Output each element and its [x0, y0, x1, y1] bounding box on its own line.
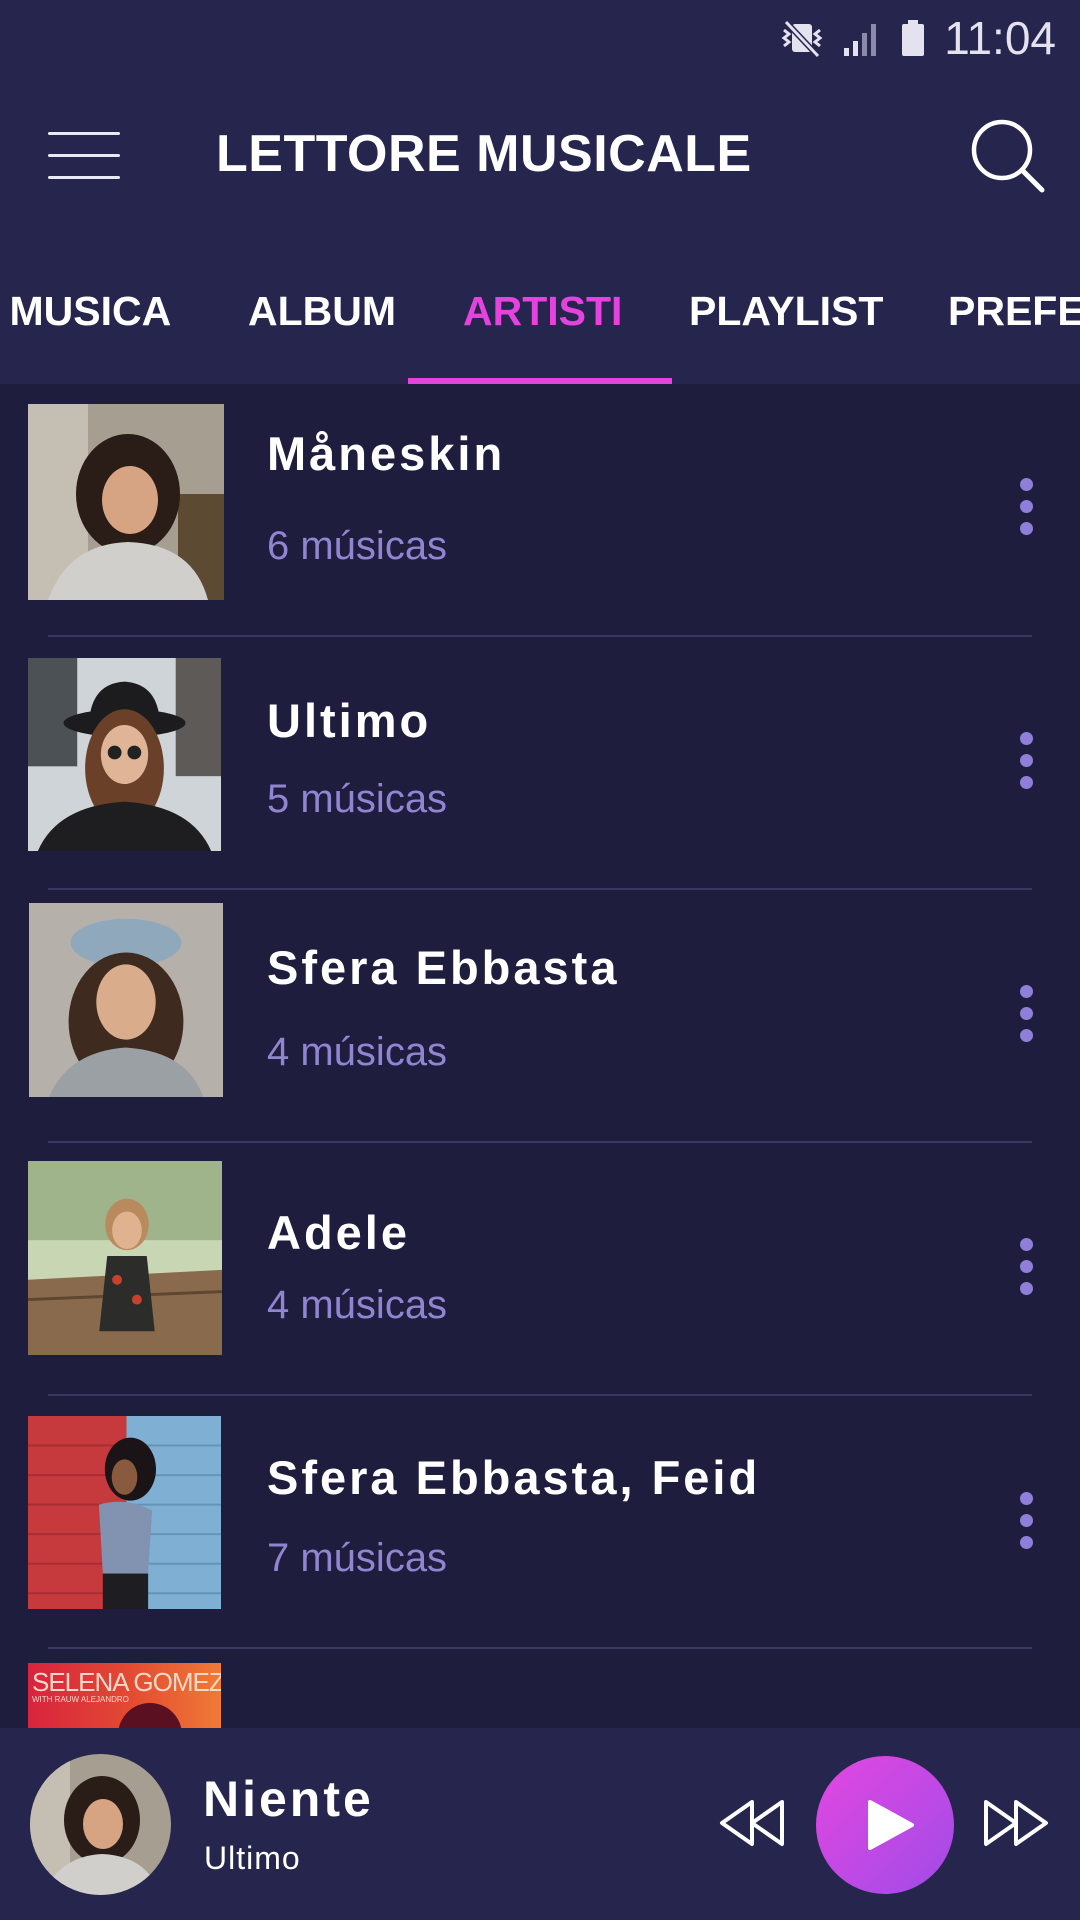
- more-vert-icon-dot: [1020, 754, 1033, 767]
- song-count: 5 músicas: [267, 777, 448, 821]
- artist-photo: [28, 404, 224, 600]
- artist-name: Adele: [267, 1206, 410, 1259]
- song-count: 4 músicas: [267, 1030, 448, 1074]
- more-vert-icon-dot: [1020, 1007, 1033, 1020]
- more-options-button[interactable]: [1010, 478, 1042, 548]
- song-count: 4 músicas: [267, 1283, 448, 1327]
- tab-artisti[interactable]: ARTISTI: [463, 288, 622, 335]
- more-vert-icon-dot: [1020, 522, 1033, 535]
- now-playing-title: Niente: [203, 1771, 374, 1827]
- signal-icon: [842, 18, 882, 58]
- artist-photo: [28, 1416, 221, 1609]
- now-playing-cover: [30, 1754, 171, 1895]
- artist-list: Måneskin 6 músicas Ultimo 5 músicas Sfer…: [0, 384, 1080, 1728]
- clock: 11:04: [944, 12, 1056, 64]
- more-vert-icon-dot: [1020, 1260, 1033, 1273]
- play-button[interactable]: [816, 1756, 954, 1894]
- vibrate-mute-icon: [780, 18, 824, 58]
- artist-name: Ultimo: [267, 694, 432, 747]
- cover-subtext: WITH RAUW ALEJANDRO: [32, 1695, 129, 1704]
- more-options-button[interactable]: [1010, 732, 1042, 802]
- rewind-button[interactable]: [718, 1798, 788, 1848]
- album-cover: SELENA GOMEZ WITH RAUW ALEJANDRO: [28, 1663, 221, 1728]
- tab-musica[interactable]: A MUSICA: [0, 288, 171, 335]
- fast-forward-icon: [984, 1800, 1048, 1846]
- list-item[interactable]: Sfera Ebbasta, Feid 7 músicas: [0, 1396, 1080, 1649]
- more-vert-icon-dot: [1020, 1514, 1033, 1527]
- more-vert-icon-dot: [1020, 1282, 1033, 1295]
- page-title: LETTORE MUSICALE: [216, 125, 752, 183]
- now-playing-bar[interactable]: Niente Ultimo: [0, 1728, 1080, 1920]
- more-vert-icon: [1020, 985, 1033, 998]
- song-count: 6 músicas: [267, 524, 448, 568]
- tab-bar: A MUSICA ALBUM ARTISTI PLAYLIST PREFERIT…: [0, 270, 1080, 384]
- more-options-button[interactable]: [1010, 985, 1042, 1055]
- cover-figure: [118, 1703, 182, 1728]
- hamburger-icon-line: [48, 154, 120, 157]
- list-item[interactable]: SELENA GOMEZ WITH RAUW ALEJANDRO: [0, 1649, 1080, 1728]
- menu-button[interactable]: [48, 130, 120, 180]
- tab-playlist[interactable]: PLAYLIST: [689, 288, 883, 335]
- list-item[interactable]: Måneskin 6 músicas: [0, 384, 1080, 637]
- artist-photo: [28, 1161, 222, 1355]
- more-vert-icon: [1020, 478, 1033, 491]
- battery-icon: [900, 18, 926, 58]
- artist-name: Måneskin: [267, 427, 506, 480]
- more-vert-icon: [1020, 1238, 1033, 1251]
- status-bar: 11:04: [780, 0, 1080, 76]
- app-header: 11:04 LETTORE MUSICALE A MUSICA ALBUM AR…: [0, 0, 1080, 384]
- play-icon: [868, 1800, 914, 1850]
- more-vert-icon: [1020, 1492, 1033, 1505]
- more-vert-icon-dot: [1020, 500, 1033, 513]
- more-vert-icon-dot: [1020, 776, 1033, 789]
- search-icon: [971, 119, 1045, 193]
- artist-photo: [28, 903, 224, 1097]
- tab-album[interactable]: ALBUM: [248, 288, 396, 335]
- artist-name: Sfera Ebbasta: [267, 941, 620, 994]
- artist-name: Sfera Ebbasta, Feid: [267, 1451, 761, 1504]
- more-vert-icon-dot: [1020, 1536, 1033, 1549]
- hamburger-icon: [48, 132, 120, 135]
- tab-preferiti[interactable]: PREFERITI: [948, 288, 1080, 335]
- more-vert-icon: [1020, 732, 1033, 745]
- hamburger-icon-line: [48, 176, 120, 179]
- list-item[interactable]: Adele 4 músicas: [0, 1143, 1080, 1396]
- artist-photo: [28, 658, 221, 851]
- list-item[interactable]: Ultimo 5 músicas: [0, 637, 1080, 890]
- more-options-button[interactable]: [1010, 1238, 1042, 1308]
- song-count: 7 músicas: [267, 1536, 448, 1580]
- search-button[interactable]: [968, 116, 1048, 196]
- list-item[interactable]: Sfera Ebbasta 4 músicas: [0, 890, 1080, 1143]
- fast-forward-button[interactable]: [980, 1798, 1050, 1848]
- more-options-button[interactable]: [1010, 1492, 1042, 1562]
- now-playing-artist: Ultimo: [204, 1840, 301, 1876]
- more-vert-icon-dot: [1020, 1029, 1033, 1042]
- rewind-icon: [720, 1800, 784, 1846]
- cover-text: SELENA GOMEZ: [32, 1667, 221, 1697]
